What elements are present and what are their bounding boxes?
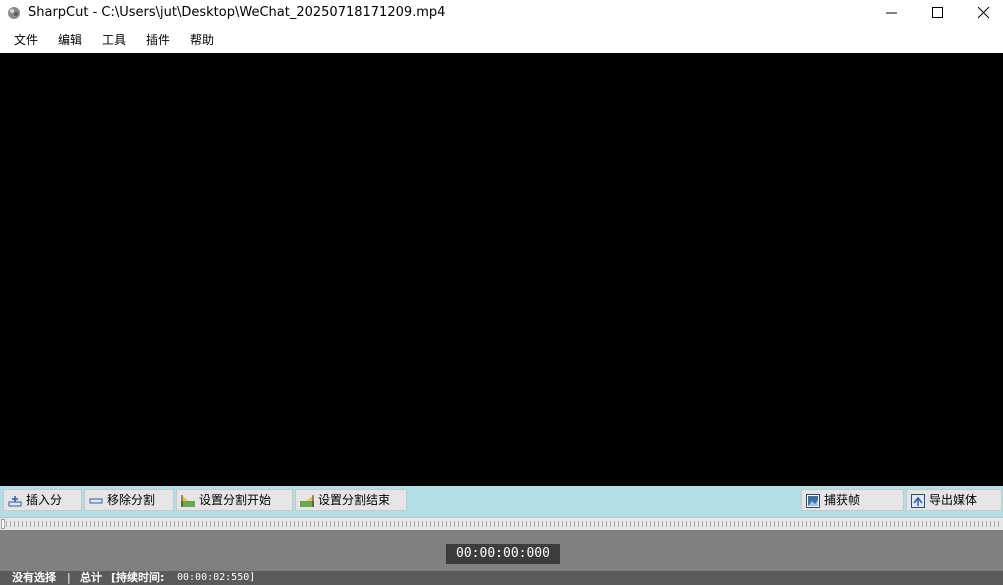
capture-frame-label: 捕获帧 bbox=[824, 493, 861, 507]
remove-split-button[interactable]: 移除分割 bbox=[84, 489, 174, 511]
maximize-icon bbox=[932, 7, 943, 18]
status-separator: | bbox=[67, 571, 71, 584]
set-split-end-label: 设置分割结束 bbox=[318, 493, 391, 507]
window-title: SharpCut - C:\Users\jut\Desktop\WeChat_2… bbox=[28, 5, 446, 20]
split-end-icon bbox=[300, 495, 314, 507]
split-toolbar: 插入分 移除分割 设置分割开始 设置分割结束 捕获帧 导出媒体 bbox=[0, 486, 1003, 517]
timeline-handle[interactable] bbox=[1, 519, 5, 529]
set-split-end-button[interactable]: 设置分割结束 bbox=[295, 489, 407, 511]
duration-label: [持续时间: bbox=[111, 571, 165, 584]
title-bar[interactable]: SharpCut - C:\Users\jut\Desktop\WeChat_2… bbox=[0, 0, 1003, 26]
app-window: SharpCut - C:\Users\jut\Desktop\WeChat_2… bbox=[0, 0, 1003, 585]
selection-status: 没有选择 bbox=[12, 571, 56, 584]
timeline-track[interactable] bbox=[0, 517, 1003, 530]
playback-panel: 00:00:00:000 没有选择 | 总计 [持续时间: 00:00:02:5… bbox=[0, 530, 1003, 585]
remove-split-icon bbox=[89, 498, 103, 504]
remove-split-label: 移除分割 bbox=[107, 493, 156, 507]
set-split-start-button[interactable]: 设置分割开始 bbox=[176, 489, 293, 511]
menu-edit[interactable]: 编辑 bbox=[52, 27, 88, 53]
menu-tools[interactable]: 工具 bbox=[96, 27, 132, 53]
timeline-ticks bbox=[6, 521, 1000, 527]
export-media-icon bbox=[911, 494, 925, 508]
minimize-button[interactable] bbox=[869, 0, 915, 26]
maximize-button[interactable] bbox=[915, 0, 961, 26]
export-media-label: 导出媒体 bbox=[929, 493, 978, 507]
insert-split-label: 插入分 bbox=[26, 493, 63, 507]
split-start-icon bbox=[181, 495, 195, 507]
menu-bar: 文件 编辑 工具 插件 帮助 bbox=[0, 27, 1003, 53]
close-icon bbox=[978, 7, 990, 19]
insert-split-button[interactable]: 插入分 bbox=[3, 489, 82, 511]
duration-value: 00:00:02:550] bbox=[177, 572, 256, 583]
status-bar: 没有选择 | 总计 [持续时间: 00:00:02:550] bbox=[0, 571, 1003, 585]
menu-file[interactable]: 文件 bbox=[8, 27, 44, 53]
menu-plugins[interactable]: 插件 bbox=[140, 27, 176, 53]
close-button[interactable] bbox=[961, 0, 1003, 26]
insert-split-icon bbox=[8, 496, 22, 507]
video-preview[interactable] bbox=[0, 53, 1003, 486]
timecode-display: 00:00:00:000 bbox=[446, 544, 560, 564]
export-media-button[interactable]: 导出媒体 bbox=[906, 489, 1002, 511]
minimize-icon bbox=[886, 12, 897, 14]
capture-frame-icon bbox=[806, 494, 820, 508]
total-label: 总计 bbox=[80, 571, 102, 584]
menu-help[interactable]: 帮助 bbox=[184, 27, 220, 53]
sharpcut-app-icon bbox=[8, 7, 20, 19]
set-split-start-label: 设置分割开始 bbox=[199, 493, 272, 507]
capture-frame-button[interactable]: 捕获帧 bbox=[801, 489, 904, 511]
